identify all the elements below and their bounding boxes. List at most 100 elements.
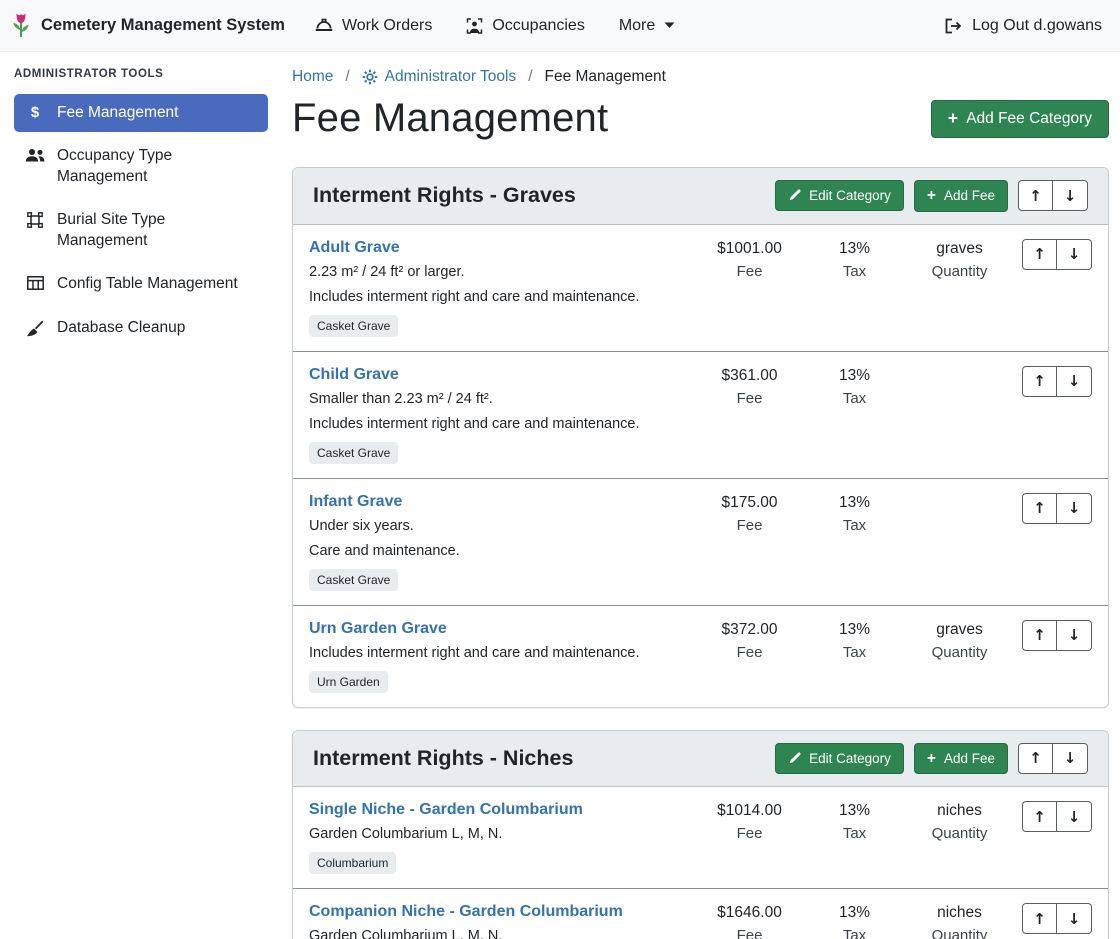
fee-amount-label: Fee	[697, 517, 802, 534]
fee-amount: $175.00	[697, 494, 802, 512]
fee-name-link[interactable]: Child Grave	[309, 366, 399, 384]
app-brand[interactable]: Cemetery Management System	[10, 12, 285, 39]
fee-name-link[interactable]: Infant Grave	[309, 493, 402, 511]
fee-row: Adult Grave 2.23 m² / 24 ft² or larger. I…	[293, 225, 1108, 351]
fee-move-up-button[interactable]: ↑	[1022, 366, 1057, 397]
category-fee-list: Adult Grave 2.23 m² / 24 ft² or larger. I…	[293, 225, 1108, 707]
arrow-down-icon: ↓	[1068, 245, 1081, 263]
add-fee-button[interactable]: + Add Fee	[914, 743, 1008, 775]
fee-category-list: Interment Rights - Graves Edit Category …	[292, 167, 1109, 939]
fee-move-down-button[interactable]: ↓	[1057, 239, 1092, 270]
occupant-icon	[466, 18, 483, 34]
fee-description: Includes interment right and care and ma…	[309, 289, 689, 305]
breadcrumb-home-link[interactable]: Home	[292, 68, 333, 86]
fee-amount-label: Fee	[697, 644, 802, 661]
admin-sidebar: ADMINISTRATOR TOOLS $Fee ManagementOccup…	[0, 52, 280, 939]
sidebar-item-config-table-management[interactable]: Config Table Management	[14, 265, 268, 303]
arrow-up-icon: ↑	[1029, 187, 1042, 205]
edit-category-label: Edit Category	[809, 188, 891, 203]
fee-amount-column: $175.00 Fee	[697, 493, 802, 534]
fee-move-down-button[interactable]: ↓	[1057, 620, 1092, 651]
edit-category-button[interactable]: Edit Category	[775, 180, 904, 211]
fee-amount: $372.00	[697, 621, 802, 639]
fee-descriptions: Garden Columbarium L, M, N.	[309, 826, 689, 842]
fee-name-link[interactable]: Urn Garden Grave	[309, 620, 447, 638]
sidebar-item-occupancy-type-management[interactable]: Occupancy Type Management	[14, 137, 268, 196]
edit-category-button[interactable]: Edit Category	[775, 743, 904, 774]
fee-name-link[interactable]: Companion Niche - Garden Columbarium	[309, 903, 623, 921]
vector-square-icon	[24, 212, 46, 228]
sidebar-item-label: Fee Management	[57, 103, 179, 123]
sidebar-item-burial-site-type-management[interactable]: Burial Site Type Management	[14, 201, 268, 260]
category-move-down-button[interactable]: ↓	[1053, 743, 1088, 774]
arrow-up-icon: ↑	[1033, 499, 1046, 517]
app-title: Cemetery Management System	[41, 16, 285, 35]
breadcrumb-admin-tools-label: Administrator Tools	[385, 68, 517, 86]
page-title: Fee Management	[292, 96, 608, 141]
fee-description: 2.23 m² / 24 ft² or larger.	[309, 264, 689, 280]
fee-amount-label: Fee	[697, 927, 802, 939]
tax-column: 13% Tax	[802, 620, 907, 661]
fee-row: Child Grave Smaller than 2.23 m² / 24 ft…	[293, 351, 1108, 478]
fee-move-down-button[interactable]: ↓	[1057, 493, 1092, 524]
fee-move-up-button[interactable]: ↑	[1022, 493, 1057, 524]
fee-description: Smaller than 2.23 m² / 24 ft².	[309, 391, 689, 407]
nav-item-work-orders[interactable]: Work Orders	[315, 17, 432, 35]
fee-move-up-button[interactable]: ↑	[1022, 239, 1057, 270]
fee-move-up-button[interactable]: ↑	[1022, 801, 1057, 832]
fee-move-down-button[interactable]: ↓	[1057, 366, 1092, 397]
arrow-down-icon: ↓	[1064, 749, 1077, 767]
fee-details: Urn Garden Grave Includes interment righ…	[309, 620, 697, 693]
nav-item-more[interactable]: More	[619, 17, 675, 35]
fee-move-down-button[interactable]: ↓	[1057, 903, 1092, 934]
sidebar-item-fee-management[interactable]: $Fee Management	[14, 94, 268, 132]
tax-rate: 13%	[802, 904, 907, 922]
tax-column: 13% Tax	[802, 493, 907, 534]
fee-name-link[interactable]: Single Niche - Garden Columbarium	[309, 801, 583, 819]
breadcrumb-admin-tools-link[interactable]: Administrator Tools	[362, 68, 517, 86]
sidebar-item-database-cleanup[interactable]: Database Cleanup	[14, 309, 268, 347]
category-move-up-button[interactable]: ↑	[1018, 180, 1053, 211]
fee-move-down-button[interactable]: ↓	[1057, 801, 1092, 832]
navbar-links: Work Orders Occupancies More	[315, 17, 675, 35]
category-actions: Edit Category + Add Fee ↑ ↓	[775, 743, 1088, 775]
fee-move-up-button[interactable]: ↑	[1022, 620, 1057, 651]
fee-description: Garden Columbarium L, M, N,	[309, 928, 689, 939]
broom-icon	[24, 320, 46, 337]
tax-label: Tax	[802, 390, 907, 407]
fee-row: Companion Niche - Garden Columbarium Gar…	[293, 888, 1108, 939]
fee-descriptions: Garden Columbarium L, M, N,	[309, 928, 689, 939]
plus-icon: +	[927, 751, 936, 767]
fee-amount-column: $361.00 Fee	[697, 366, 802, 407]
pencil-icon	[788, 189, 801, 202]
main-content: Home / Administrator Tools / Fee Managem…	[280, 52, 1120, 939]
fee-amount-label: Fee	[697, 825, 802, 842]
breadcrumb-home-label: Home	[292, 68, 333, 86]
arrow-up-icon: ↑	[1033, 245, 1046, 263]
fee-category-card: Interment Rights - Graves Edit Category …	[292, 167, 1109, 708]
quantity-column: graves Quantity	[907, 239, 1012, 280]
add-fee-button[interactable]: + Add Fee	[914, 180, 1008, 212]
add-fee-category-button[interactable]: + Add Fee Category	[931, 100, 1109, 138]
fee-reorder-group: ↑ ↓	[1012, 801, 1092, 832]
nav-item-occupancies[interactable]: Occupancies	[466, 17, 585, 35]
arrow-down-icon: ↓	[1068, 910, 1081, 928]
fee-descriptions: Under six years.Care and maintenance.	[309, 518, 689, 559]
category-move-up-button[interactable]: ↑	[1018, 743, 1053, 774]
logout-button[interactable]: Log Out d.gowans	[944, 17, 1102, 35]
arrow-down-icon: ↓	[1068, 808, 1081, 826]
plus-icon: +	[927, 188, 936, 204]
fee-name-link[interactable]: Adult Grave	[309, 239, 400, 257]
nav-item-label: More	[619, 17, 655, 35]
fee-reorder-group: ↑ ↓	[1012, 366, 1092, 397]
fee-details: Single Niche - Garden Columbarium Garden…	[309, 801, 697, 874]
fee-move-up-button[interactable]: ↑	[1022, 903, 1057, 934]
category-move-down-button[interactable]: ↓	[1053, 180, 1088, 211]
quantity-label: Quantity	[907, 825, 1012, 842]
fee-reorder-group: ↑ ↓	[1012, 239, 1092, 270]
fee-amount: $361.00	[697, 367, 802, 385]
breadcrumb-separator: /	[528, 68, 532, 86]
tax-label: Tax	[802, 927, 907, 939]
fee-description: Includes interment right and care and ma…	[309, 416, 689, 432]
arrow-up-icon: ↑	[1033, 626, 1046, 644]
